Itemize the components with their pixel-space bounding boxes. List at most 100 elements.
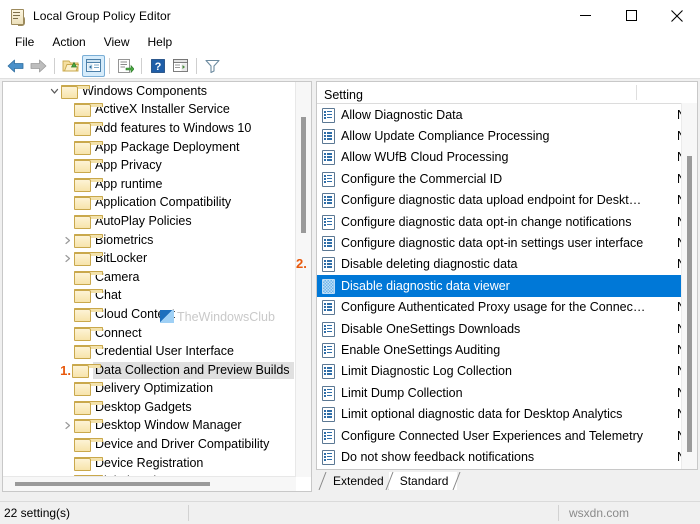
list-item-label: Configure Authenticated Proxy usage for … [341,300,648,315]
tree-item-data-collection-and-preview-builds[interactable]: 1. Data Collection and Preview Builds [3,361,296,380]
maximize-button[interactable] [608,0,654,31]
list-item-label: Disable deleting diagnostic data [341,257,518,272]
list-item[interactable]: Configure diagnostic data opt-in change … [317,211,697,232]
tree-item-app-runtime[interactable]: App runtime [3,175,296,194]
list-item[interactable]: Configure collection of browsing data fo… [317,468,697,469]
help-button[interactable]: ? [146,55,169,77]
folder-icon [74,196,103,211]
list-item[interactable]: Limit Dump Collection N [317,382,697,403]
tree-item-autoplay-policies[interactable]: AutoPlay Policies [3,212,296,231]
tree-scroll-thumb[interactable] [301,117,306,233]
tree-item-cloud-content[interactable]: Cloud Content [3,305,296,324]
forward-button[interactable] [27,55,50,77]
up-one-level-button[interactable] [59,55,82,77]
list-item[interactable]: Enable OneSettings Auditing N [317,339,697,360]
policy-setting-icon [322,150,335,166]
list-item-label: Allow Diagnostic Data [341,107,463,122]
tab-left-edge [318,472,327,490]
menu-help[interactable]: Help [139,32,182,52]
minimize-button[interactable] [562,0,608,31]
list-item-label: Limit Diagnostic Log Collection [341,364,512,379]
show-hide-action-pane-button[interactable] [169,55,192,77]
tree-item-credential-user-interface[interactable]: Credential User Interface [3,342,296,361]
tree-item-label: ActiveX Installer Service [95,102,230,117]
tree-item-add-features-to-windows-10[interactable]: Add features to Windows 10 [3,119,296,138]
chevron-right-icon[interactable] [61,233,74,247]
tab-standard[interactable]: Standard [385,472,461,490]
tree-vertical-scrollbar[interactable] [295,82,311,477]
list-vertical-scrollbar[interactable] [681,103,697,469]
list-item[interactable]: Limit optional diagnostic data for Deskt… [317,403,697,424]
list-item[interactable]: Disable OneSettings Downloads N [317,318,697,339]
list-item[interactable]: Do not show feedback notifications N [317,446,697,467]
toolbar-separator [196,57,197,74]
tab-extended[interactable]: Extended [318,472,397,490]
tree-item-windows-components[interactable]: Windows Components [3,82,296,101]
list-item[interactable]: Allow WUfB Cloud Processing N [317,147,697,168]
tree-item-device-and-driver-compatibility[interactable]: Device and Driver Compatibility [3,435,296,454]
list-item-label: Configure Connected User Experiences and… [341,428,644,443]
tree-item-application-compatibility[interactable]: Application Compatibility [3,194,296,213]
folder-icon [74,438,103,453]
menu-bar: File Action View Help [0,31,700,53]
list-item[interactable]: Allow Update Compliance Processing N [317,125,697,146]
menu-file[interactable]: File [6,32,43,52]
chevron-down-icon[interactable] [48,84,61,98]
policy-setting-icon [322,214,335,230]
list-item-label: Do not show feedback notifications [341,449,535,464]
tree-horizontal-scrollbar[interactable] [3,476,296,491]
menu-action[interactable]: Action [43,32,94,52]
tree-item-desktop-gadgets[interactable]: Desktop Gadgets [3,398,296,417]
list-item-selected-disable-diagnostic-data-viewer[interactable]: Disable diagnostic data viewer [317,275,697,297]
tree-hscroll-thumb[interactable] [15,482,210,486]
folder-icon [74,345,103,360]
policy-setting-icon [322,342,335,358]
show-hide-console-tree-button[interactable] [82,54,105,77]
watermark-logo-icon [160,310,174,323]
tree-item-app-privacy[interactable]: App Privacy [3,156,296,175]
list-item[interactable]: Allow Diagnostic Data N [317,104,697,125]
tree-item-device-registration[interactable]: Device Registration [3,454,296,473]
back-button[interactable] [4,55,27,77]
policy-setting-icon [322,171,335,187]
tree-item-camera[interactable]: Camera [3,268,296,287]
column-header-setting[interactable]: Setting [317,85,637,102]
tree-item-delivery-optimization[interactable]: Delivery Optimization [3,380,296,399]
chevron-right-icon[interactable] [61,252,74,266]
list-item-label: Allow WUfB Cloud Processing [341,150,509,165]
list-item[interactable]: Configure Connected User Experiences and… [317,425,697,446]
folder-icon [74,177,103,192]
list-item[interactable]: Configure the Commercial ID N [317,168,697,189]
list-item[interactable]: Configure diagnostic data opt-in setting… [317,232,697,253]
tree-item-desktop-window-manager[interactable]: Desktop Window Manager [3,417,296,436]
close-button[interactable] [654,0,700,31]
folder-icon [74,382,103,397]
tree-item-bitlocker[interactable]: BitLocker [3,249,296,268]
title-bar: Local Group Policy Editor [0,0,700,31]
toolbar-separator [54,57,55,74]
list-item-label: Disable OneSettings Downloads [341,321,521,336]
filter-button[interactable] [201,55,224,77]
chevron-right-icon[interactable] [61,419,74,433]
export-list-button[interactable] [114,55,137,77]
list-scroll-thumb[interactable] [687,156,692,452]
list-item[interactable]: Disable deleting diagnostic data N [317,254,697,275]
toolbar-separator [141,57,142,74]
tree-item-biometrics[interactable]: Biometrics [3,231,296,250]
status-watermark: wsxdn.com [569,506,630,520]
list-item[interactable]: Configure Authenticated Proxy usage for … [317,297,697,318]
list-item[interactable]: Configure diagnostic data upload endpoin… [317,190,697,211]
settings-list-rows: Allow Diagnostic Data N Allow Update Com… [317,104,697,469]
folder-icon [74,140,103,155]
tree-item-activex-installer-service[interactable]: ActiveX Installer Service [3,101,296,120]
tree-item-chat[interactable]: Chat [3,287,296,306]
local-group-policy-editor-window: Local Group Policy Editor File Action Vi… [0,0,700,524]
tree-item-app-package-deployment[interactable]: App Package Deployment [3,138,296,157]
list-item[interactable]: Limit Diagnostic Log Collection N [317,361,697,382]
menu-view[interactable]: View [95,32,139,52]
list-item-label: Limit optional diagnostic data for Deskt… [341,407,623,422]
tree-item-connect[interactable]: Connect [3,324,296,343]
scroll-document-icon [9,8,25,26]
tree-item-label: Desktop Window Manager [95,418,242,433]
tab-label: Standard [399,474,449,488]
